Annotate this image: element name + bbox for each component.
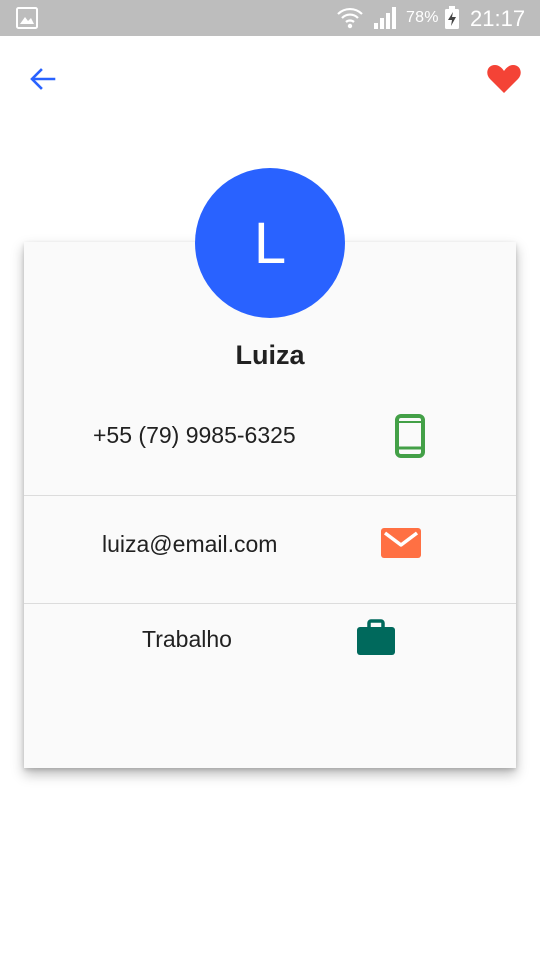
contact-name: Luiza — [235, 340, 305, 370]
category-label: Trabalho — [142, 626, 232, 652]
arrow-back-icon — [30, 68, 56, 90]
signal-icon — [374, 7, 396, 29]
status-bar: 78% 21:17 — [0, 0, 540, 36]
briefcase-icon — [357, 619, 395, 655]
battery-percent: 78% — [406, 9, 439, 26]
smartphone-icon — [395, 414, 425, 458]
back-button[interactable] — [22, 60, 62, 100]
email-row[interactable]: luiza@email.com — [24, 496, 516, 604]
avatar: L — [195, 168, 345, 318]
favorite-button[interactable] — [484, 59, 524, 99]
mail-icon — [381, 528, 421, 558]
avatar-initial: L — [253, 210, 287, 276]
heart-icon — [487, 65, 521, 93]
wifi-icon — [337, 7, 363, 29]
status-clock: 21:17 — [470, 6, 526, 31]
email-address: luiza@email.com — [102, 531, 278, 557]
phone-number: +55 (79) 9985-6325 — [93, 422, 296, 448]
phone-row[interactable]: +55 (79) 9985-6325 — [24, 396, 516, 496]
category-row[interactable]: Trabalho — [24, 604, 516, 684]
battery-charging-icon — [445, 6, 459, 29]
contact-detail-screen: 78% 21:17 L Luiza +55 (79) 9985-6325 lui… — [0, 0, 540, 960]
gallery-icon — [16, 7, 38, 29]
